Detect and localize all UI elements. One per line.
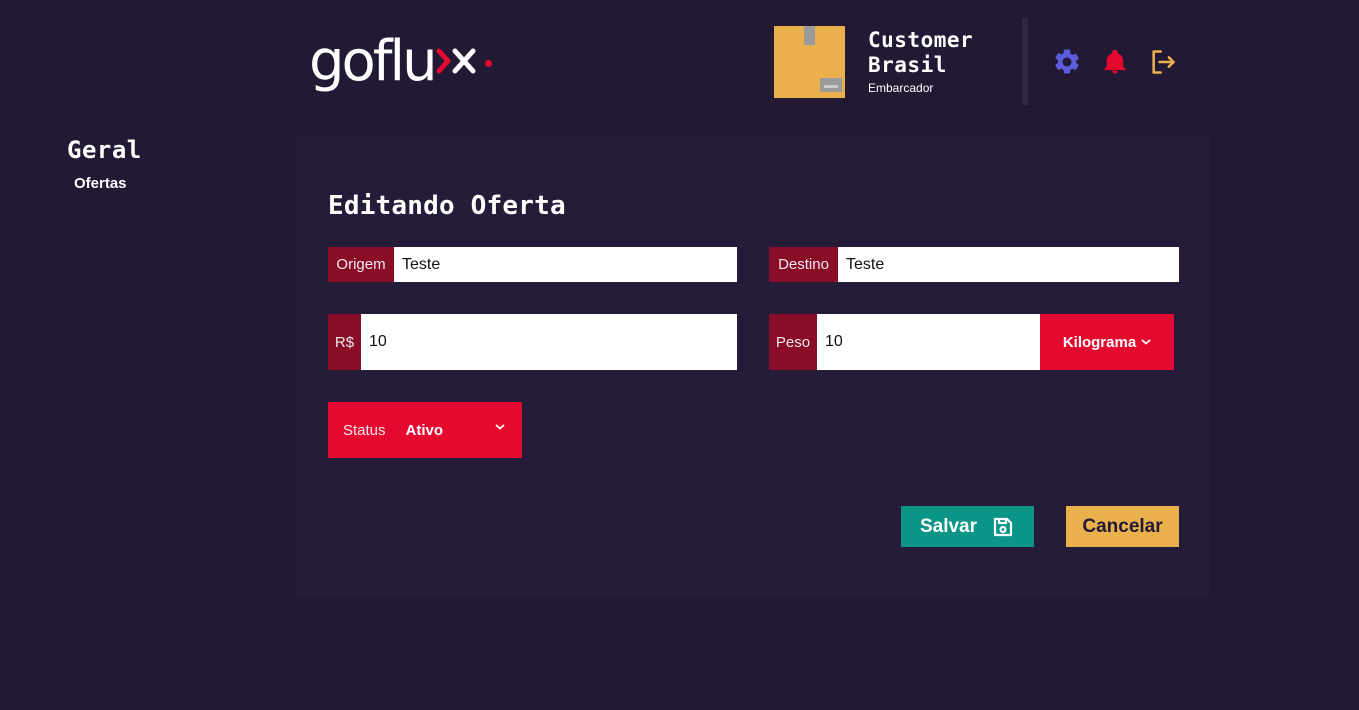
sidebar-section-title: Geral bbox=[67, 136, 142, 164]
preco-input[interactable] bbox=[361, 314, 737, 370]
bell-icon[interactable] bbox=[1099, 46, 1131, 78]
destino-input[interactable] bbox=[838, 247, 1179, 282]
package-label bbox=[820, 78, 842, 92]
header-divider bbox=[1022, 18, 1028, 105]
origem-label: Origem bbox=[328, 247, 394, 282]
page: goflu Customer Brasil Embarcador Geral O… bbox=[0, 0, 1359, 710]
peso-label: Peso bbox=[769, 314, 817, 370]
page-title: Editando Oferta bbox=[328, 191, 566, 221]
destino-field-group: Destino bbox=[769, 247, 1179, 282]
status-label: Status bbox=[343, 421, 386, 439]
peso-input[interactable] bbox=[817, 314, 1040, 370]
logo-x-mark bbox=[435, 41, 479, 81]
status-select[interactable]: Status Ativo bbox=[328, 402, 522, 458]
avatar[interactable] bbox=[774, 26, 845, 98]
status-value: Ativo bbox=[405, 421, 444, 439]
currency-label: R$ bbox=[328, 314, 361, 370]
user-name: Customer Brasil bbox=[868, 28, 974, 77]
save-button-label: Salvar bbox=[919, 515, 978, 537]
origem-input[interactable] bbox=[394, 247, 737, 282]
save-button[interactable]: Salvar bbox=[901, 506, 1034, 547]
chevron-down-icon bbox=[1141, 339, 1151, 345]
logout-icon[interactable] bbox=[1147, 46, 1179, 78]
logo-dot bbox=[484, 59, 492, 67]
origem-field-group: Origem bbox=[328, 247, 737, 282]
sidebar-item-ofertas[interactable]: Ofertas bbox=[74, 175, 127, 192]
chevron-down-icon bbox=[495, 424, 505, 430]
user-role: Embarcador bbox=[868, 81, 934, 95]
package-box-icon bbox=[804, 26, 815, 45]
logo-text: goflu bbox=[309, 28, 438, 94]
floppy-disk-icon bbox=[993, 517, 1013, 536]
unit-select[interactable]: Kilograma bbox=[1040, 314, 1174, 370]
preco-field-group: R$ bbox=[328, 314, 737, 370]
peso-field-group: Peso Kilograma bbox=[769, 314, 1174, 370]
cancel-button[interactable]: Cancelar bbox=[1066, 506, 1179, 547]
destino-label: Destino bbox=[769, 247, 838, 282]
logo-chevron-icon bbox=[436, 48, 476, 74]
gear-icon[interactable] bbox=[1051, 46, 1083, 78]
unit-select-value: Kilograma bbox=[1062, 333, 1137, 351]
goflux-logo[interactable]: goflu bbox=[309, 29, 492, 94]
